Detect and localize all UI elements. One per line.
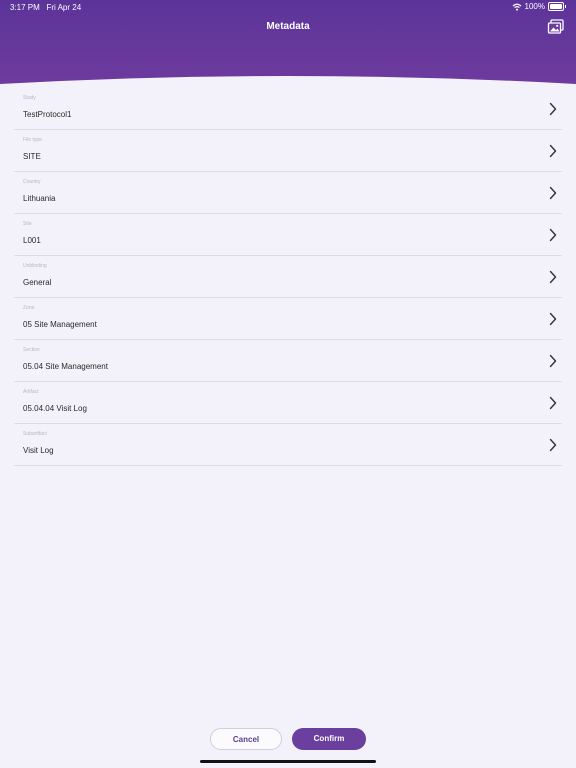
metadata-field-value: 05 Site Management bbox=[23, 320, 97, 329]
metadata-field-label: Subartifact bbox=[23, 431, 47, 437]
metadata-field-value: 05.04.04 Visit Log bbox=[23, 404, 87, 413]
page-title: Metadata bbox=[266, 21, 310, 32]
chevron-right-icon bbox=[549, 396, 557, 415]
battery-tip-icon bbox=[565, 5, 566, 8]
metadata-field-label: Country bbox=[23, 179, 41, 185]
chevron-right-icon bbox=[549, 228, 557, 247]
metadata-field-value: TestProtocol1 bbox=[23, 110, 72, 119]
metadata-row[interactable]: File type SITE bbox=[14, 130, 562, 172]
metadata-field-label: Unblinding bbox=[23, 263, 47, 269]
chevron-right-icon bbox=[549, 144, 557, 163]
metadata-row[interactable]: Site L001 bbox=[14, 214, 562, 256]
metadata-field-value: Lithuania bbox=[23, 194, 56, 203]
metadata-row[interactable]: Unblinding General bbox=[14, 256, 562, 298]
photo-gallery-icon[interactable] bbox=[547, 19, 565, 35]
metadata-field-label: Zone bbox=[23, 305, 35, 311]
metadata-field-label: File type bbox=[23, 137, 42, 143]
metadata-field-value: SITE bbox=[23, 152, 41, 161]
metadata-list: Study TestProtocol1 File type SITE Country Li… bbox=[14, 88, 562, 466]
metadata-field-value: 05.04 Site Management bbox=[23, 362, 108, 371]
metadata-row[interactable]: Country Lithuania bbox=[14, 172, 562, 214]
status-time: 3:17 PM bbox=[10, 3, 40, 12]
chevron-right-icon bbox=[549, 186, 557, 205]
chevron-right-icon bbox=[549, 102, 557, 121]
metadata-row[interactable]: Section 05.04 Site Management bbox=[14, 340, 562, 382]
metadata-row[interactable]: Subartifact Visit Log bbox=[14, 424, 562, 466]
status-time-date: 3:17 PM Fri Apr 24 bbox=[10, 3, 81, 12]
metadata-row[interactable]: Zone 05 Site Management bbox=[14, 298, 562, 340]
chevron-right-icon bbox=[549, 354, 557, 373]
cancel-button[interactable]: Cancel bbox=[210, 728, 282, 750]
metadata-field-value: L001 bbox=[23, 236, 41, 245]
header-bar: 3:17 PM Fri Apr 24 100% Metadata bbox=[0, 0, 576, 86]
metadata-row[interactable]: Artifact 05.04.04 Visit Log bbox=[14, 382, 562, 424]
chevron-right-icon bbox=[549, 270, 557, 289]
home-indicator bbox=[200, 760, 376, 763]
confirm-button[interactable]: Confirm bbox=[292, 728, 366, 750]
status-right: 100% bbox=[512, 2, 566, 11]
metadata-field-label: Site bbox=[23, 221, 32, 227]
chevron-right-icon bbox=[549, 438, 557, 457]
metadata-field-label: Study bbox=[23, 95, 36, 101]
status-date: Fri Apr 24 bbox=[46, 3, 82, 12]
battery-percent: 100% bbox=[524, 2, 545, 11]
wifi-icon bbox=[512, 3, 521, 11]
battery-icon bbox=[548, 2, 564, 11]
chevron-right-icon bbox=[549, 312, 557, 331]
metadata-row[interactable]: Study TestProtocol1 bbox=[14, 88, 562, 130]
metadata-field-value: Visit Log bbox=[23, 446, 54, 455]
metadata-field-label: Section bbox=[23, 347, 40, 353]
metadata-field-label: Artifact bbox=[23, 389, 39, 395]
metadata-field-value: General bbox=[23, 278, 52, 287]
status-bar: 3:17 PM Fri Apr 24 100% bbox=[0, 2, 576, 14]
